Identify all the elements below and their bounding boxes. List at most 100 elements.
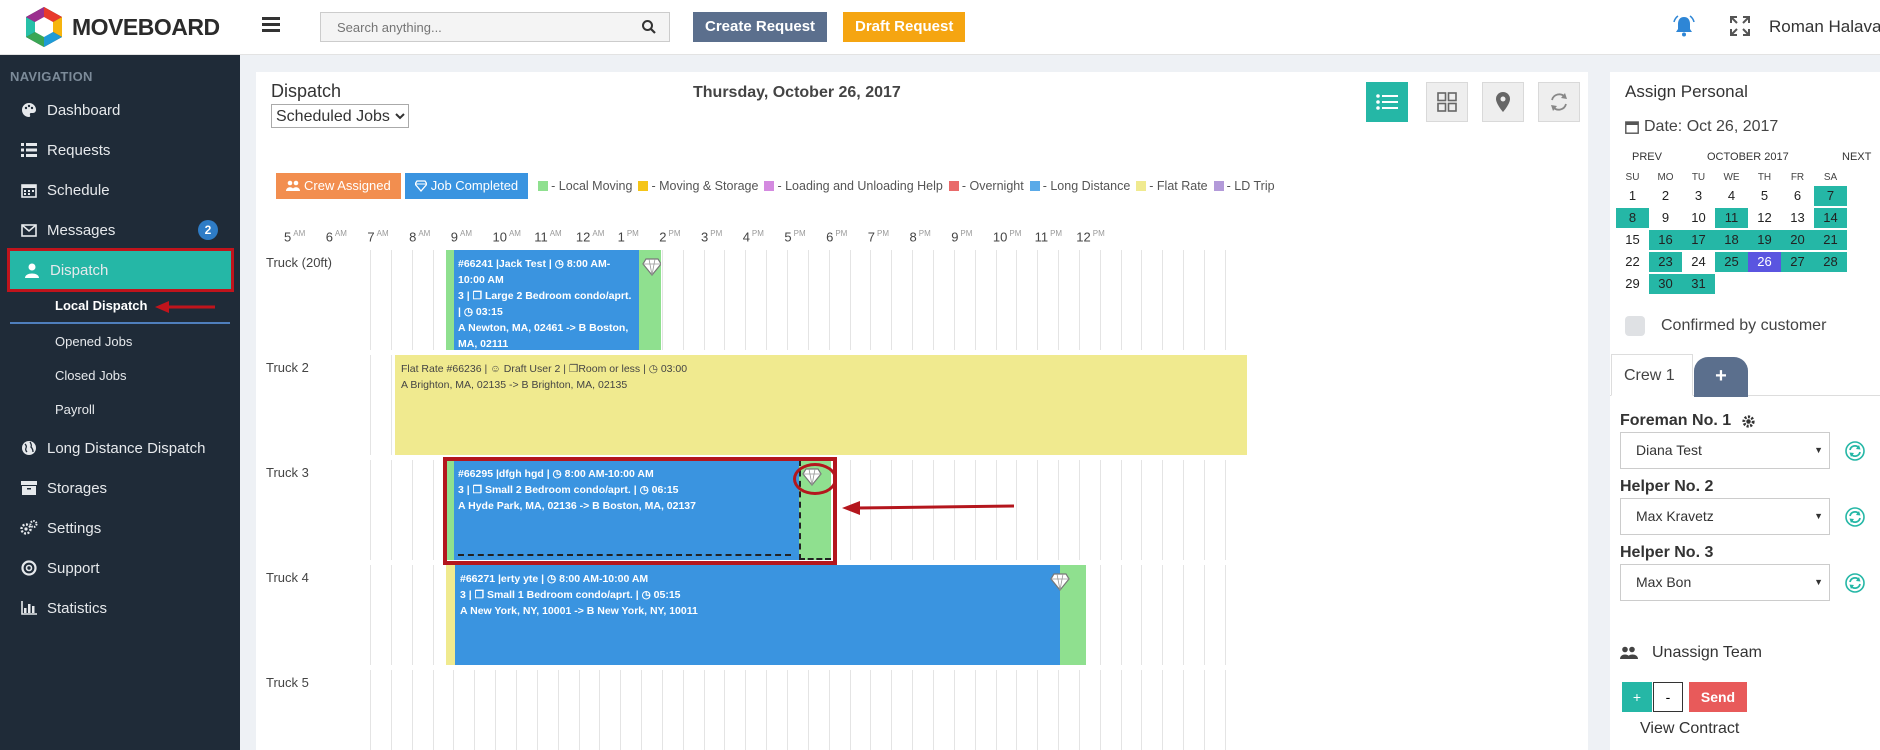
calendar-day[interactable]: 22 — [1616, 252, 1649, 272]
dispatch-title: Dispatch — [271, 81, 342, 101]
refresh-icon[interactable] — [1844, 440, 1866, 462]
calendar-day[interactable]: 11 — [1715, 208, 1748, 228]
diamond-icon[interactable] — [642, 258, 661, 276]
refresh-view-button[interactable] — [1538, 82, 1580, 122]
calendar-day[interactable]: 7 — [1814, 186, 1847, 206]
calendar-day[interactable]: 23 — [1649, 252, 1682, 272]
sidebar-subitem-payroll[interactable]: Payroll — [55, 402, 95, 417]
menu-toggle-icon[interactable] — [262, 17, 280, 33]
calendar-day[interactable]: 15 — [1616, 230, 1649, 250]
add-crew-tab[interactable]: + — [1694, 357, 1748, 397]
calendar-day[interactable]: 20 — [1781, 230, 1814, 250]
logo[interactable]: MOVEBOARD — [22, 5, 220, 49]
calendar-day[interactable]: 28 — [1814, 252, 1847, 272]
sidebar-item-storages[interactable]: Storages — [0, 468, 240, 508]
search-icon[interactable] — [641, 19, 657, 35]
sidebar-item-dispatch[interactable]: Dispatch — [7, 248, 234, 292]
helper-2-select[interactable]: Max Kravetz ▼ — [1620, 498, 1830, 535]
calendar-day[interactable]: 17 — [1682, 230, 1715, 250]
refresh-icon[interactable] — [1844, 572, 1866, 594]
fullscreen-icon[interactable] — [1728, 14, 1752, 38]
send-button[interactable]: Send — [1689, 682, 1747, 712]
hour-period: AM — [334, 229, 347, 238]
grid-line — [370, 460, 371, 560]
calendar-day[interactable]: 5 — [1748, 186, 1781, 206]
foreman-label-text: Foreman No. 1 — [1620, 412, 1732, 429]
legend-swatch — [948, 181, 959, 191]
user-name[interactable]: Roman Halavach — [1769, 17, 1880, 37]
crew-assigned-legend-button[interactable]: Crew Assigned — [276, 173, 401, 199]
gear-icon[interactable] — [1741, 414, 1756, 429]
create-request-button[interactable]: Create Request — [693, 12, 828, 42]
calendar-day[interactable]: 13 — [1781, 208, 1814, 228]
grid-line — [620, 670, 622, 750]
grid-line — [1099, 670, 1101, 750]
hour-period: PM — [1092, 229, 1105, 238]
calendar-next[interactable]: NEXT — [1842, 151, 1871, 163]
calendar-prev[interactable]: PREV — [1632, 151, 1662, 163]
calendar-day[interactable]: 6 — [1781, 186, 1814, 206]
sidebar-subitem-local-dispatch[interactable]: Local Dispatch — [55, 298, 147, 313]
sidebar-subitem-closed-jobs[interactable]: Closed Jobs — [55, 368, 127, 383]
job-line: 3 | ❐ Small 1 Bedroom condo/aprt. | ◷ 05… — [460, 589, 681, 601]
calendar-day[interactable]: 18 — [1715, 230, 1748, 250]
job-card-66241[interactable]: #66241 |Jack Test | ◷ 8:00 AM-10:00 AM 3… — [446, 250, 661, 350]
job-card-66295[interactable]: #66295 |dfgh hgd | ◷ 8:00 AM-10:00 AM 3 … — [446, 460, 831, 560]
diamond-icon[interactable] — [802, 468, 822, 486]
sidebar-item-dashboard[interactable]: Dashboard — [0, 90, 240, 130]
remove-helper-button[interactable]: - — [1653, 682, 1683, 712]
calendar-day[interactable]: 16 — [1649, 230, 1682, 250]
tab-crew-1[interactable]: Crew 1 — [1611, 354, 1693, 396]
calendar-day[interactable]: 1 — [1616, 186, 1649, 206]
calendar-day[interactable]: 3 — [1682, 186, 1715, 206]
sidebar-item-support[interactable]: Support — [0, 548, 240, 588]
draft-request-button[interactable]: Draft Request — [843, 12, 966, 42]
sidebar-item-long-distance-dispatch[interactable]: Long Distance Dispatch — [0, 428, 240, 468]
sidebar-item-statistics[interactable]: Statistics — [0, 588, 240, 628]
job-filter-select[interactable]: Scheduled Jobs — [271, 104, 409, 128]
unassign-team-button[interactable]: Unassign Team — [1620, 644, 1762, 662]
calendar-day[interactable]: 2 — [1649, 186, 1682, 206]
calendar-day[interactable]: 19 — [1748, 230, 1781, 250]
foreman-select[interactable]: Diana Test ▼ — [1620, 432, 1830, 469]
bell-icon[interactable] — [1672, 14, 1696, 38]
confirmed-label: Confirmed by customer — [1661, 317, 1827, 334]
calendar-day[interactable]: 31 — [1682, 274, 1715, 294]
calendar-day[interactable]: 14 — [1814, 208, 1847, 228]
calendar-day[interactable]: 10 — [1682, 208, 1715, 228]
map-view-button[interactable] — [1482, 82, 1524, 122]
grid-view-button[interactable] — [1426, 82, 1468, 122]
calendar-day[interactable]: 21 — [1814, 230, 1847, 250]
job-completed-legend-button[interactable]: Job Completed — [404, 173, 529, 199]
refresh-icon[interactable] — [1844, 506, 1866, 528]
calendar-day[interactable]: 8 — [1616, 208, 1649, 228]
calendar-day[interactable]: 24 — [1682, 252, 1715, 272]
calendar-day[interactable]: 4 — [1715, 186, 1748, 206]
sidebar-item-schedule[interactable]: Schedule — [0, 170, 240, 210]
hour-number: 3 — [701, 229, 709, 245]
add-helper-button[interactable]: + — [1622, 682, 1652, 712]
calendar-day[interactable]: 27 — [1781, 252, 1814, 272]
hour-number: 1 — [617, 229, 625, 245]
calendar-day[interactable]: 25 — [1715, 252, 1748, 272]
calendar-day[interactable]: 26 — [1748, 252, 1781, 272]
calendar-day[interactable]: 9 — [1649, 208, 1682, 228]
view-contract-link[interactable]: View Contract — [1640, 720, 1739, 738]
sidebar-subitem-opened-jobs[interactable]: Opened Jobs — [55, 334, 132, 349]
sidebar-item-settings[interactable]: Settings — [0, 508, 240, 548]
grid-line — [1162, 670, 1164, 750]
list-view-button[interactable] — [1366, 82, 1408, 122]
sidebar-item-requests[interactable]: Requests — [0, 130, 240, 170]
search-input[interactable] — [321, 13, 631, 41]
job-card-66236[interactable]: Flat Rate #66236 | ☺ Draft User 2 | ❐Roo… — [395, 355, 1247, 455]
job-card-66271[interactable]: #66271 |erty yte | ◷ 8:00 AM-10:00 AM 3 … — [446, 565, 1086, 665]
calendar-day[interactable]: 30 — [1649, 274, 1682, 294]
sidebar-item-messages[interactable]: Messages 2 — [0, 210, 240, 250]
confirmed-by-customer[interactable]: Confirmed by customer — [1625, 316, 1826, 336]
confirmed-checkbox[interactable] — [1625, 316, 1645, 336]
timeline-hour-label: 1 PM — [618, 229, 639, 244]
helper-3-select[interactable]: Max Bon ▼ — [1620, 564, 1830, 601]
calendar-day[interactable]: 29 — [1616, 274, 1649, 294]
diamond-icon[interactable] — [1050, 573, 1070, 591]
calendar-day[interactable]: 12 — [1748, 208, 1781, 228]
